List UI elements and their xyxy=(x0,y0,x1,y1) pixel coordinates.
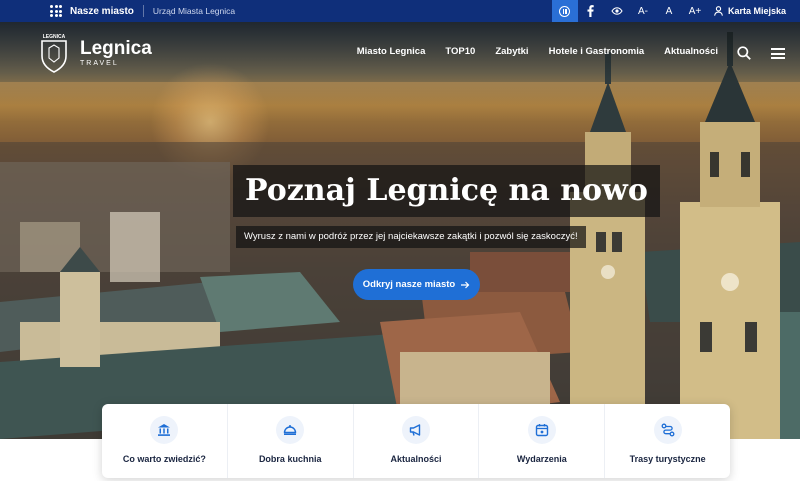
search-icon[interactable] xyxy=(737,46,751,60)
city-card-link[interactable]: Karta Miejska xyxy=(708,6,800,16)
discover-city-label: Odkryj nasze miasto xyxy=(362,279,456,290)
top-utility-bar: Nasze miasto Urząd Miasta Legnica A- A A… xyxy=(0,0,800,22)
contrast-toggle-button[interactable] xyxy=(604,0,630,22)
apps-grid-icon[interactable] xyxy=(50,5,62,17)
svg-text:LEGNICA: LEGNICA xyxy=(43,34,66,40)
hero-title: Poznaj Legnicę na nowo xyxy=(233,165,660,217)
nav-item-zabytki[interactable]: Zabytki xyxy=(495,46,528,57)
eye-icon xyxy=(611,7,623,15)
nav-item-hotele-gastronomia[interactable]: Hotele i Gastronomia xyxy=(549,46,645,57)
dish-icon xyxy=(276,416,305,444)
facebook-link[interactable] xyxy=(578,0,604,22)
main-navigation: Miasto Legnica TOP10 Zabytki Hotele i Ga… xyxy=(357,46,718,57)
quick-link-label: Dobra kuchnia xyxy=(258,454,322,464)
topbar-left: Nasze miasto Urząd Miasta Legnica xyxy=(50,0,235,22)
quick-link-label: Wydarzenia xyxy=(516,454,567,464)
site-logo[interactable]: LEGNICA Legnica TRAVEL xyxy=(38,32,152,74)
quick-link-news[interactable]: Aktualności xyxy=(354,404,480,478)
monument-icon xyxy=(150,416,179,444)
nav-item-aktualnosci[interactable]: Aktualności xyxy=(664,46,718,57)
calendar-icon xyxy=(527,416,556,444)
facebook-icon xyxy=(587,5,595,17)
hamburger-menu-icon[interactable] xyxy=(771,48,785,59)
logo-name: Legnica xyxy=(80,38,152,59)
quick-link-label: Co warto zwiedzić? xyxy=(122,454,206,464)
city-card-label: Karta Miejska xyxy=(727,6,786,16)
quick-link-attractions[interactable]: Co warto zwiedzić? xyxy=(102,404,228,478)
pause-animation-button[interactable] xyxy=(551,0,578,22)
topbar-divider xyxy=(142,5,144,17)
quick-link-label: Trasy turystyczne xyxy=(629,454,706,464)
city-crest-icon: LEGNICA xyxy=(41,34,67,73)
quick-links-card: Co warto zwiedzić? Dobra kuchnia Aktualn… xyxy=(102,404,730,478)
nav-item-top10[interactable]: TOP10 xyxy=(445,46,475,57)
arrow-right-icon xyxy=(461,281,470,288)
user-icon xyxy=(714,6,723,16)
quick-link-cuisine[interactable]: Dobra kuchnia xyxy=(228,404,354,478)
quick-link-label: Aktualności xyxy=(390,454,442,464)
route-icon xyxy=(653,416,682,444)
accessibility-controls: A- A A+ Karta Miejska xyxy=(551,0,800,22)
hero-subtitle: Wyrusz z nami w podróż przez jej najciek… xyxy=(236,226,586,248)
city-menu-link[interactable]: Nasze miasto xyxy=(70,6,134,17)
discover-city-button[interactable]: Odkryj nasze miasto xyxy=(353,269,480,300)
font-normal-button[interactable]: A xyxy=(656,0,682,22)
megaphone-icon xyxy=(401,416,430,444)
city-office-link[interactable]: Urząd Miasta Legnica xyxy=(153,6,235,16)
pause-icon xyxy=(559,5,571,17)
logo-subtitle: TRAVEL xyxy=(80,60,119,67)
nav-item-miasto-legnica[interactable]: Miasto Legnica xyxy=(357,46,426,57)
font-increase-button[interactable]: A+ xyxy=(682,0,708,22)
font-decrease-button[interactable]: A- xyxy=(630,0,656,22)
quick-link-events[interactable]: Wydarzenia xyxy=(479,404,606,478)
quick-link-routes[interactable]: Trasy turystyczne xyxy=(605,404,730,478)
